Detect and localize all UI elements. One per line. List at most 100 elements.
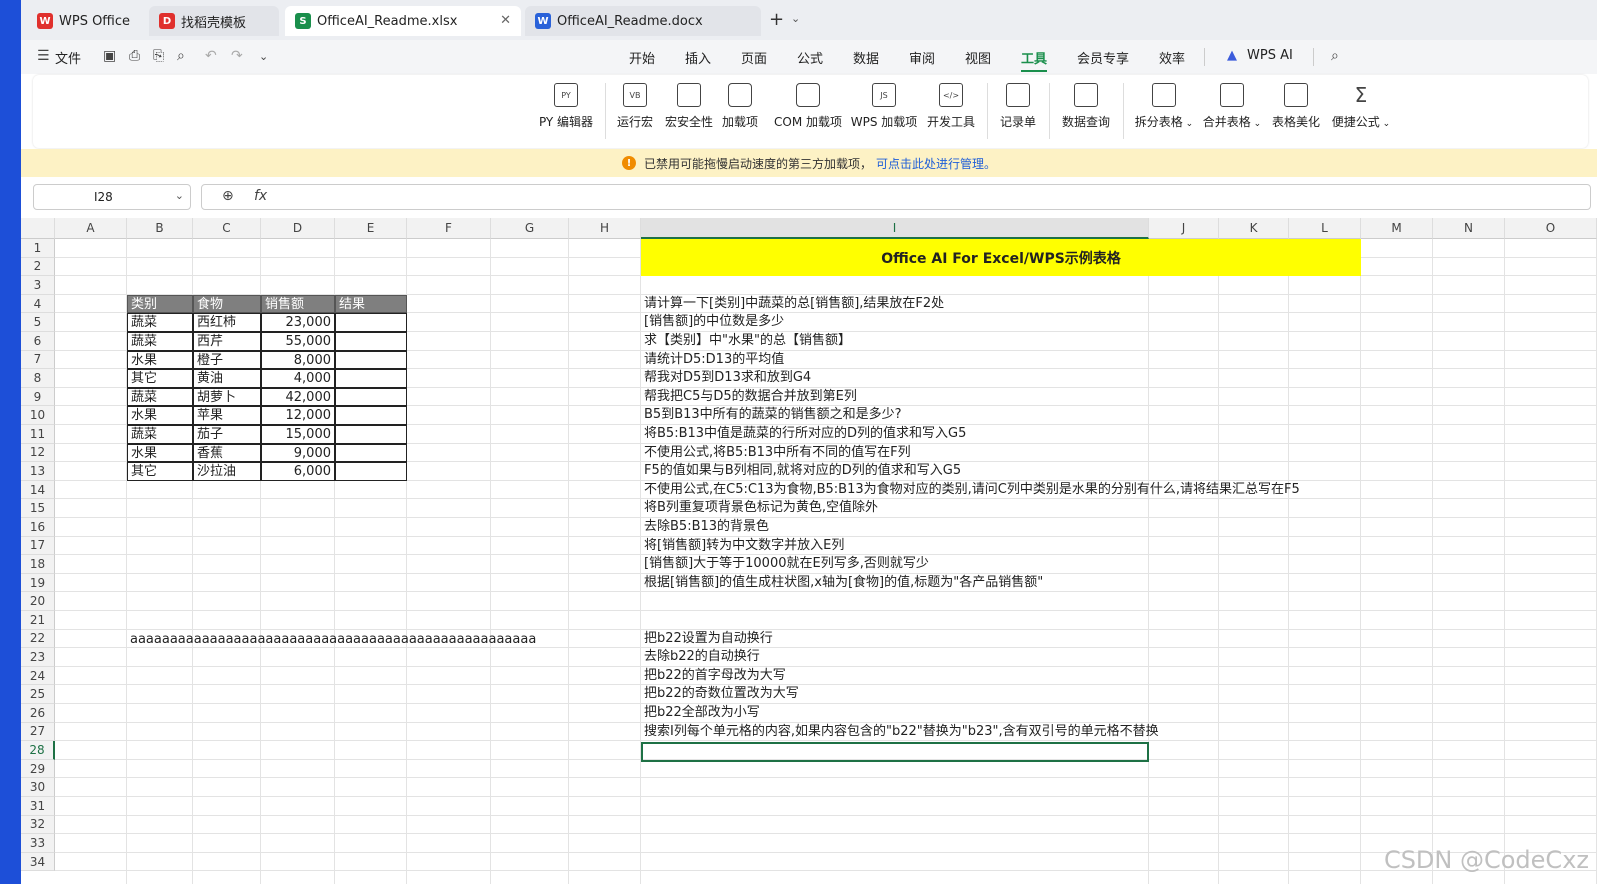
merge-table-button[interactable]: 合并表格 ⌄ xyxy=(1201,83,1263,130)
table-cell[interactable] xyxy=(335,350,407,370)
instruction-cell[interactable]: [销售额]的中位数是多少 xyxy=(641,313,784,332)
instruction-cell[interactable]: 去除b22的自动换行 xyxy=(641,648,760,667)
quick-formula-button[interactable]: Σ 便捷公式 ⌄ xyxy=(1329,83,1393,130)
table-cell[interactable]: 15,000 xyxy=(261,425,335,444)
instruction-cell[interactable]: 去除B5:B13的背景色 xyxy=(641,518,769,537)
row-header-2[interactable]: 2 xyxy=(21,257,55,277)
row-header-34[interactable]: 34 xyxy=(21,852,55,872)
column-header-a[interactable]: A xyxy=(55,218,127,239)
instruction-cell[interactable]: 搜索I列每个单元格的内容,如果内容包含的"b22"替换为"b23",含有双引号的… xyxy=(641,723,1159,742)
table-cell[interactable]: 香蕉 xyxy=(193,443,261,463)
save-icon[interactable]: ▣ xyxy=(103,48,116,64)
row-header-32[interactable]: 32 xyxy=(21,815,55,835)
instruction-cell[interactable]: 将[销售额]转为中文数字并放入E列 xyxy=(641,537,844,556)
row-header-6[interactable]: 6 xyxy=(21,332,55,351)
instruction-cell[interactable]: 帮我把C5与D5的数据合并放到第E列 xyxy=(641,388,857,407)
table-cell[interactable]: 12,000 xyxy=(261,406,335,425)
select-all-corner[interactable] xyxy=(21,218,55,239)
row-header-24[interactable]: 24 xyxy=(21,666,55,686)
row-header-14[interactable]: 14 xyxy=(21,480,55,500)
macro-security-button[interactable]: 宏安全性 xyxy=(663,83,715,130)
column-header-c[interactable]: C xyxy=(193,218,261,239)
row-header-13[interactable]: 13 xyxy=(21,462,55,481)
instruction-cell[interactable]: 将B列重复项背景色标记为黄色,空值除外 xyxy=(641,499,878,518)
table-header-cell[interactable]: 食物 xyxy=(193,294,261,314)
table-cell[interactable]: 23,000 xyxy=(261,313,335,332)
column-header-e[interactable]: E xyxy=(335,218,407,239)
table-cell[interactable]: 苹果 xyxy=(193,406,261,425)
menu-data[interactable]: 数据 xyxy=(853,48,879,67)
instruction-cell[interactable]: 把b22的首字母改为大写 xyxy=(641,667,786,686)
tab-wps-office[interactable]: W WPS Office xyxy=(27,6,143,36)
formula-input[interactable]: ⊕ fx xyxy=(201,184,1591,210)
row-header-7[interactable]: 7 xyxy=(21,350,55,370)
row-header-15[interactable]: 15 xyxy=(21,499,55,518)
table-cell[interactable]: 蔬菜 xyxy=(127,313,193,332)
table-cell[interactable] xyxy=(335,313,407,332)
undo-icon[interactable]: ↶ xyxy=(205,48,217,64)
instruction-cell[interactable]: 帮我对D5到D13求和放到G4 xyxy=(641,369,811,388)
row-header-8[interactable]: 8 xyxy=(21,369,55,388)
instruction-cell[interactable]: 不使用公式,在C5:C13为食物,B5:B13为食物对应的类别,请问C列中类别是… xyxy=(641,481,1300,500)
row-header-26[interactable]: 26 xyxy=(21,704,55,723)
record-sheet-button[interactable]: 记录单 xyxy=(997,83,1039,130)
column-header-d[interactable]: D xyxy=(261,218,335,239)
menu-formula[interactable]: 公式 xyxy=(797,48,823,67)
table-cell[interactable]: 沙拉油 xyxy=(193,462,261,481)
table-cell[interactable] xyxy=(335,443,407,463)
column-header-b[interactable]: B xyxy=(127,218,193,239)
chevron-down-icon[interactable]: ⌄ xyxy=(175,189,184,202)
row-header-23[interactable]: 23 xyxy=(21,648,55,667)
table-cell[interactable]: 55,000 xyxy=(261,332,335,351)
table-cell[interactable]: 水果 xyxy=(127,406,193,425)
menu-efficiency[interactable]: 效率 xyxy=(1159,48,1185,67)
table-cell[interactable]: 蔬菜 xyxy=(127,387,193,407)
banner-cell[interactable]: Office AI For Excel/WPS示例表格 xyxy=(641,239,1361,276)
chevron-down-icon[interactable]: ⌄ xyxy=(791,12,800,25)
instruction-cell[interactable]: 将B5:B13中值是蔬菜的行所对应的D列的值求和写入G5 xyxy=(641,425,966,444)
redo-icon[interactable]: ↷ xyxy=(231,48,243,64)
column-header-g[interactable]: G xyxy=(491,218,569,239)
addins-button[interactable]: 加载项 xyxy=(719,83,761,130)
table-cell[interactable] xyxy=(335,406,407,425)
print-icon[interactable]: ⎘ xyxy=(153,48,164,64)
table-cell[interactable]: 水果 xyxy=(127,350,193,370)
table-cell[interactable]: 其它 xyxy=(127,462,193,481)
table-cell[interactable]: 8,000 xyxy=(261,350,335,370)
table-cell[interactable]: 4,000 xyxy=(261,369,335,388)
table-cell[interactable]: 蔬菜 xyxy=(127,425,193,444)
row-header-29[interactable]: 29 xyxy=(21,759,55,779)
table-cell[interactable] xyxy=(335,387,407,407)
table-cell[interactable]: 水果 xyxy=(127,443,193,463)
column-header-k[interactable]: K xyxy=(1219,218,1289,239)
table-cell[interactable] xyxy=(335,462,407,481)
instruction-cell[interactable]: 把b22设置为自动换行 xyxy=(641,630,773,649)
fx-icon[interactable]: fx xyxy=(254,188,267,204)
table-cell[interactable]: 黄油 xyxy=(193,369,261,388)
column-header-h[interactable]: H xyxy=(569,218,641,239)
hamburger-menu-icon[interactable]: ☰ xyxy=(37,48,50,64)
tab-xlsx[interactable]: S OfficeAI_Readme.xlsx ✕ xyxy=(285,6,521,36)
close-tab-icon[interactable]: ✕ xyxy=(500,13,511,28)
menu-start[interactable]: 开始 xyxy=(629,48,655,67)
table-beautify-button[interactable]: 表格美化 xyxy=(1269,83,1323,130)
menu-view[interactable]: 视图 xyxy=(965,48,991,67)
table-cell[interactable]: 西红柿 xyxy=(193,313,261,332)
table-cell[interactable] xyxy=(335,332,407,351)
instruction-cell[interactable]: 不使用公式,将B5:B13中所有不同的值写在F列 xyxy=(641,444,911,463)
menu-page[interactable]: 页面 xyxy=(741,48,767,67)
menu-member[interactable]: 会员专享 xyxy=(1077,48,1129,67)
row-header-31[interactable]: 31 xyxy=(21,797,55,816)
find-icon[interactable]: ⌕ xyxy=(177,48,185,64)
table-cell[interactable] xyxy=(335,369,407,388)
column-header-n[interactable]: N xyxy=(1433,218,1505,239)
menu-tools[interactable]: 工具 xyxy=(1021,48,1048,72)
tab-docx[interactable]: W OfficeAI_Readme.docx xyxy=(525,6,761,36)
table-cell[interactable]: 9,000 xyxy=(261,443,335,463)
row-header-5[interactable]: 5 xyxy=(21,313,55,332)
tab-template[interactable]: D 找稻壳模板 xyxy=(149,6,279,36)
column-header-j[interactable]: J xyxy=(1149,218,1219,239)
menu-wps-ai[interactable]: WPS AI xyxy=(1247,48,1293,63)
instruction-cell[interactable]: 求【类别】中"水果"的总【销售额】 xyxy=(641,332,851,351)
search-icon[interactable]: ⌕ xyxy=(1331,48,1339,64)
